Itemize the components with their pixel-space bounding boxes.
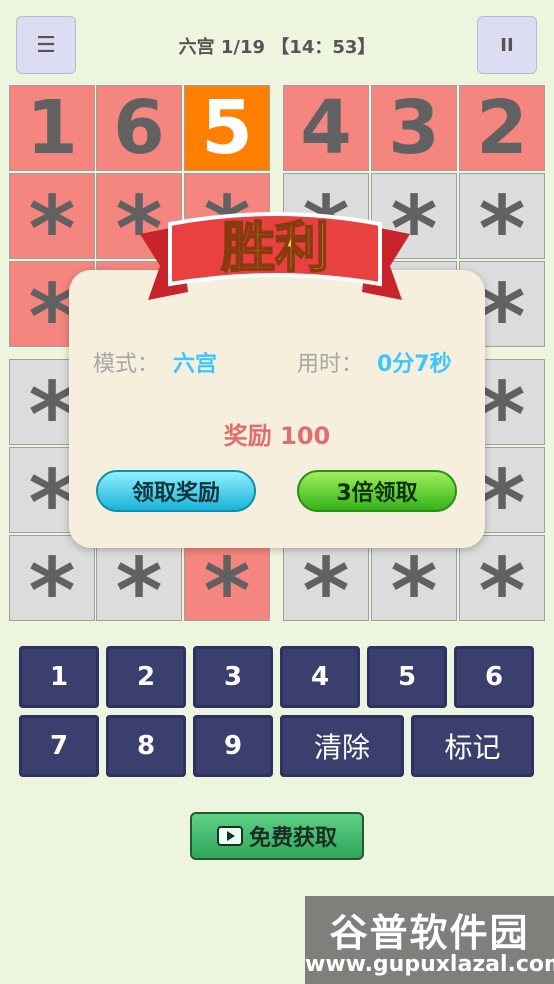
free-get-label: 免费获取: [248, 826, 337, 851]
pause-button[interactable]: II: [477, 16, 537, 74]
board-cell[interactable]: 5: [184, 85, 270, 171]
board-cell[interactable]: *: [9, 535, 95, 637]
cell-digit: 2: [476, 85, 528, 171]
clear-label: 清除: [313, 731, 370, 764]
claim-reward-label: 领取奖励: [131, 481, 220, 506]
claim-reward-button[interactable]: 领取奖励: [96, 470, 256, 512]
key-label: 8: [136, 731, 156, 761]
key-7[interactable]: 7: [19, 715, 99, 777]
clear-button[interactable]: 清除: [280, 715, 404, 777]
time-label: 用时：: [297, 352, 364, 377]
mark-button[interactable]: 标记: [411, 715, 534, 777]
board-cell[interactable]: 1: [9, 85, 95, 171]
cell-hidden-mark: *: [478, 539, 526, 644]
board-cell[interactable]: 3: [371, 85, 457, 171]
key-8[interactable]: 8: [106, 715, 186, 777]
board-cell[interactable]: 2: [459, 85, 545, 171]
cell-digit: 3: [388, 85, 440, 171]
victory-banner: 胜利: [140, 212, 410, 300]
key-label: 2: [136, 662, 156, 692]
board-cell[interactable]: *: [9, 173, 95, 275]
watermark-url: www.gupuxlazal.com: [305, 952, 554, 977]
free-get-button[interactable]: 免费获取: [190, 812, 364, 860]
key-4[interactable]: 4: [280, 646, 360, 708]
video-icon: [216, 826, 243, 846]
cell-hidden-mark: *: [478, 265, 526, 370]
watermark-title: 谷普软件园: [329, 911, 530, 955]
key-2[interactable]: 2: [106, 646, 186, 708]
key-label: 1: [49, 662, 69, 692]
board-cell[interactable]: *: [459, 173, 545, 275]
cell-hidden-mark: *: [390, 539, 438, 644]
key-label: 6: [484, 662, 504, 692]
key-6[interactable]: 6: [454, 646, 534, 708]
key-label: 4: [310, 662, 330, 692]
key-5[interactable]: 5: [367, 646, 447, 708]
cell-hidden-mark: *: [203, 539, 251, 644]
key-1[interactable]: 1: [19, 646, 99, 708]
time-value: 0分7秒: [377, 352, 452, 377]
key-label: 7: [49, 731, 69, 761]
mark-label: 标记: [444, 731, 501, 764]
key-label: 5: [397, 662, 417, 692]
victory-title: 胜利: [221, 216, 329, 279]
pause-icon: II: [500, 34, 514, 56]
board-cell[interactable]: *: [459, 535, 545, 637]
reward-text: 奖励 100: [223, 422, 331, 450]
board-cell[interactable]: 6: [96, 85, 182, 171]
key-label: 9: [223, 731, 243, 761]
cell-hidden-mark: *: [115, 539, 163, 644]
mode-value: 六宫: [173, 352, 218, 377]
cell-digit: 6: [113, 85, 165, 171]
key-9[interactable]: 9: [193, 715, 273, 777]
mode-label: 模式：: [93, 352, 160, 377]
key-3[interactable]: 3: [193, 646, 273, 708]
key-label: 3: [223, 662, 243, 692]
watermark: 谷普软件园 www.gupuxlazal.com: [305, 896, 554, 984]
board-cell[interactable]: 4: [283, 85, 369, 171]
cell-digit: 5: [201, 85, 253, 171]
triple-claim-button[interactable]: 3倍领取: [297, 470, 457, 512]
cell-hidden-mark: *: [28, 539, 76, 644]
cell-digit: 4: [300, 85, 352, 171]
cell-digit: 1: [26, 85, 78, 171]
cell-hidden-mark: *: [302, 539, 350, 644]
triple-claim-label: 3倍领取: [336, 481, 418, 506]
game-title: 六宫 1/19 【14：53】: [178, 37, 376, 58]
